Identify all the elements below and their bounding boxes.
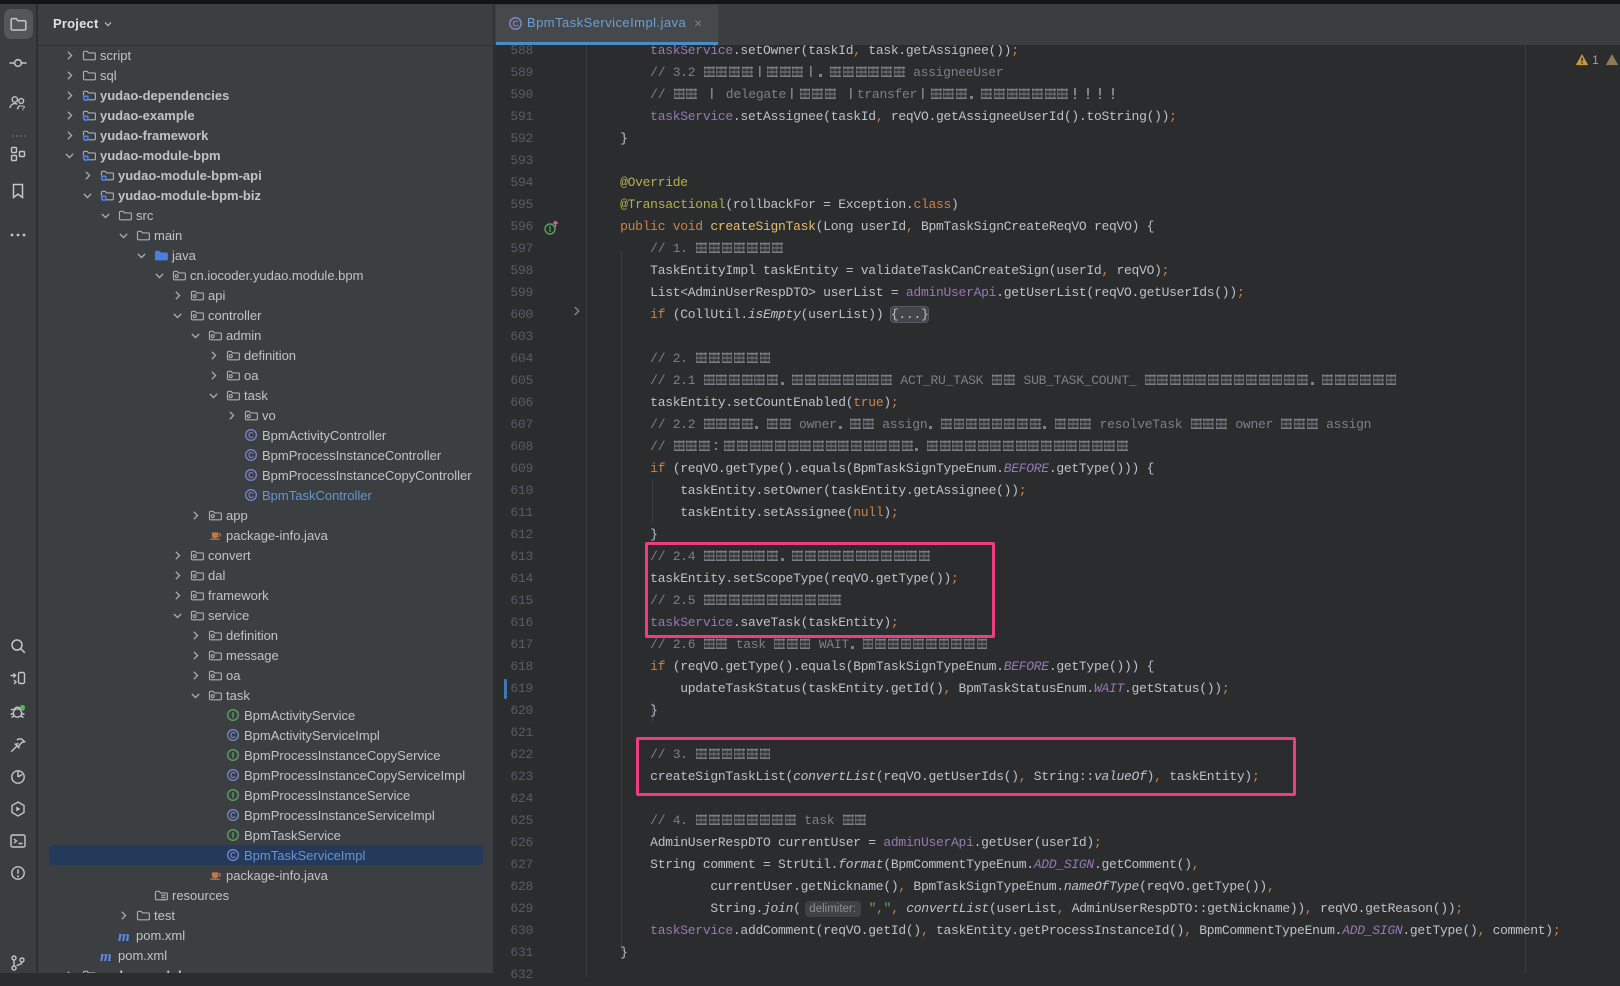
svg-text:I: I xyxy=(232,751,234,760)
svg-text:C: C xyxy=(512,19,518,29)
svg-text:?: ? xyxy=(21,103,26,112)
svg-text:C: C xyxy=(230,851,236,860)
svg-text:C: C xyxy=(230,731,236,740)
svg-text:C: C xyxy=(248,451,254,460)
svg-text:I: I xyxy=(232,711,234,720)
svg-text:C: C xyxy=(230,771,236,780)
svg-text:I: I xyxy=(232,791,234,800)
svg-text:C: C xyxy=(248,491,254,500)
svg-text:I: I xyxy=(232,831,234,840)
svg-text:C: C xyxy=(248,471,254,480)
svg-text:C: C xyxy=(230,811,236,820)
svg-text:I: I xyxy=(549,225,551,234)
svg-text:C: C xyxy=(248,431,254,440)
